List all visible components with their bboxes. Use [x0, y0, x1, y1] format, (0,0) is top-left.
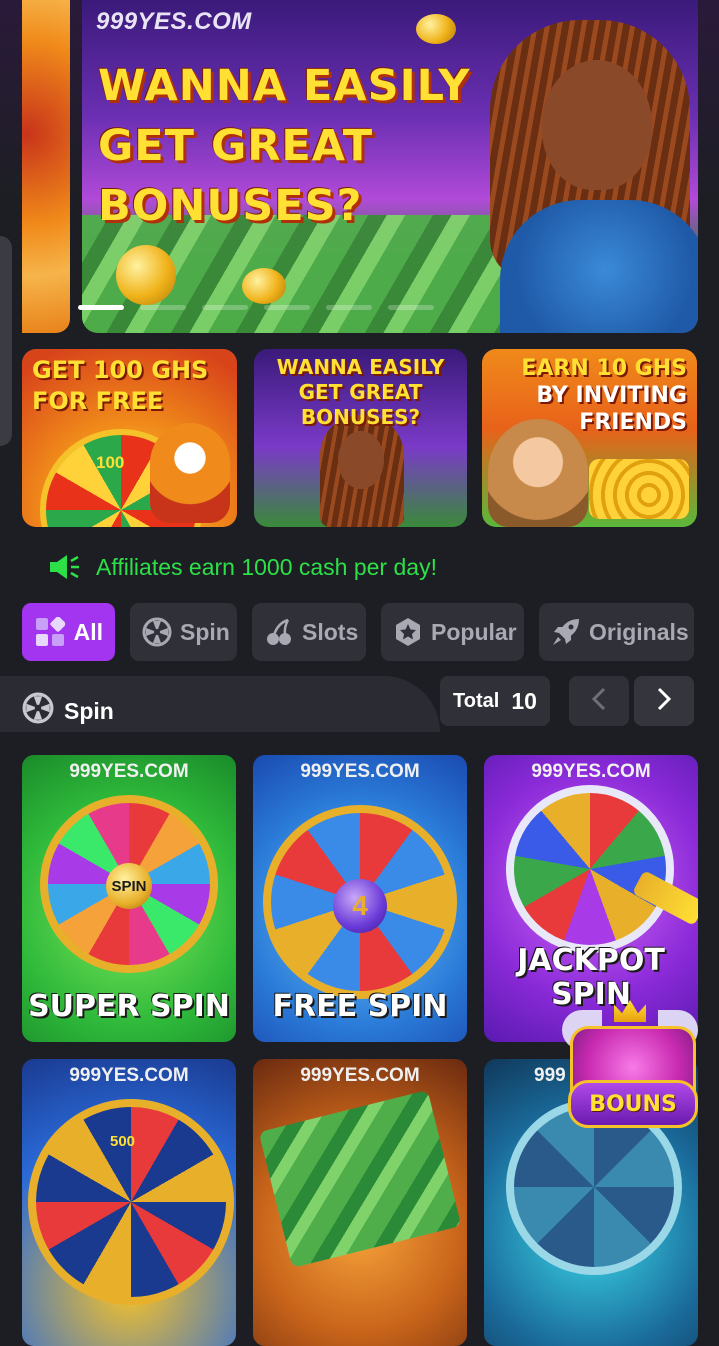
game-name: SUPER SPIN [28, 989, 230, 1024]
game-brand: 999YES.COM [69, 1065, 189, 1086]
cherry-icon [264, 616, 294, 648]
promo-title-line: GET 100 GHS [32, 356, 209, 384]
wheel-prize-value: 500 [110, 1133, 136, 1150]
tab-slots[interactable]: Slots [252, 603, 366, 661]
carousel-dot[interactable] [140, 305, 186, 310]
carousel-indicator [78, 305, 434, 310]
game-brand: 999YES.COM [300, 1065, 420, 1086]
carousel-dot[interactable] [78, 305, 124, 310]
rocket-icon [551, 616, 581, 648]
banner-character [490, 20, 698, 333]
carousel-dot[interactable] [388, 305, 434, 310]
previous-page-button[interactable] [569, 676, 629, 726]
wheel-icon [142, 616, 172, 648]
total-label: Total [453, 689, 500, 712]
game-brand: 999YES.COM [300, 761, 420, 782]
side-drawer-handle[interactable] [0, 236, 12, 446]
hero-banner[interactable]: 999YES.COM WANNA EASILY GET GREAT BONUSE… [82, 0, 698, 333]
character-face [542, 60, 652, 190]
bonus-label: BOUNS [568, 1080, 698, 1128]
character-outfit [500, 200, 698, 333]
tab-label: Spin [180, 618, 230, 645]
carousel-dot[interactable] [264, 305, 310, 310]
wheel-icon [22, 692, 54, 730]
game-tile[interactable]: 999YES.COM [253, 1059, 467, 1346]
tab-label: Popular [431, 618, 517, 645]
previous-banner-peek[interactable] [22, 0, 70, 333]
promo-title: GET 100 GHS FOR FREE [32, 355, 208, 417]
section-title: Spin [22, 692, 114, 730]
tab-label: Slots [302, 618, 359, 645]
next-page-button[interactable] [634, 676, 694, 726]
chevron-right-icon [654, 686, 674, 717]
spin-wheel-illustration [506, 785, 674, 953]
carousel-dot[interactable] [202, 305, 248, 310]
banner-brand: 999YES.COM [96, 8, 252, 35]
coin-stack-illustration [589, 459, 689, 519]
total-count: Total 10 [440, 676, 550, 726]
game-tile[interactable]: 500 999YES.COM [22, 1059, 236, 1346]
promo-title: EARN 10 GHS BY INVITING FRIENDS [521, 355, 687, 436]
wheel-hub: SPIN [106, 863, 152, 909]
promo-card-free-ghs[interactable]: 100 GET 100 GHS FOR FREE [22, 349, 237, 527]
announcement-marquee: Affiliates earn 1000 cash per day! [48, 553, 437, 581]
category-tabs: All Spin Slots Popular Originals [22, 603, 694, 661]
grid-icon [34, 616, 66, 648]
promo-title: WANNA EASILY GET GREAT BONUSES? [258, 355, 463, 430]
spin-wheel-illustration [28, 1099, 234, 1305]
tab-all[interactable]: All [22, 603, 115, 661]
banner-headline-line: BONUSES? [98, 181, 363, 231]
promo-title-line: GET GREAT BONUSES? [298, 380, 423, 429]
promo-card-invite-friends[interactable]: EARN 10 GHS BY INVITING FRIENDS [482, 349, 697, 527]
tab-label: All [73, 618, 103, 645]
promo-title-line: FRIENDS [579, 410, 687, 435]
wheel-hub: 4 [333, 879, 387, 933]
chevron-left-icon [589, 686, 609, 717]
carousel-dot[interactable] [326, 305, 372, 310]
game-tile-free-spin[interactable]: 4 999YES.COM FREE SPIN [253, 755, 467, 1042]
banner-headline-line: WANNA EASILY [98, 61, 471, 111]
promo-title-line: BY INVITING [536, 383, 687, 408]
tab-spin[interactable]: Spin [130, 603, 237, 661]
game-tile-super-spin[interactable]: SPIN 999YES.COM SUPER SPIN [22, 755, 236, 1042]
coin-icon [242, 268, 286, 304]
floating-bonus-button[interactable]: BOUNS [562, 1000, 698, 1130]
tab-originals[interactable]: Originals [539, 603, 694, 661]
banner-headline: WANNA EASILY GET GREAT BONUSES? [98, 56, 498, 236]
tab-popular[interactable]: Popular [381, 603, 524, 661]
coin-icon [416, 14, 456, 44]
game-tile-jackpot-spin[interactable]: 999YES.COM JACKPOT SPIN [484, 755, 698, 1042]
cash-stack-illustration [258, 1090, 462, 1268]
tiger-mascot-illustration [150, 423, 230, 523]
banner-headline-line: GET GREAT [98, 121, 374, 171]
promo-title-line: FOR FREE [32, 387, 164, 415]
star-badge-icon [393, 616, 423, 648]
game-brand: 999YES.COM [531, 761, 651, 782]
wheel-prize-value: 100 [96, 453, 125, 472]
total-value: 10 [511, 687, 537, 714]
game-name: FREE SPIN [272, 989, 448, 1024]
speaker-icon [48, 553, 80, 581]
tab-label: Originals [589, 618, 689, 645]
promo-title-line: WANNA EASILY [276, 355, 445, 379]
game-brand: 999YES.COM [69, 761, 189, 782]
coin-icon [116, 245, 176, 305]
promo-card-bonuses[interactable]: WANNA EASILY GET GREAT BONUSES? [254, 349, 467, 527]
character-face [338, 431, 384, 489]
section-title-text: Spin [64, 697, 114, 724]
crown-icon [614, 1000, 646, 1022]
promo-title-line: EARN 10 GHS [521, 356, 687, 381]
marquee-text: Affiliates earn 1000 cash per day! [96, 553, 437, 580]
